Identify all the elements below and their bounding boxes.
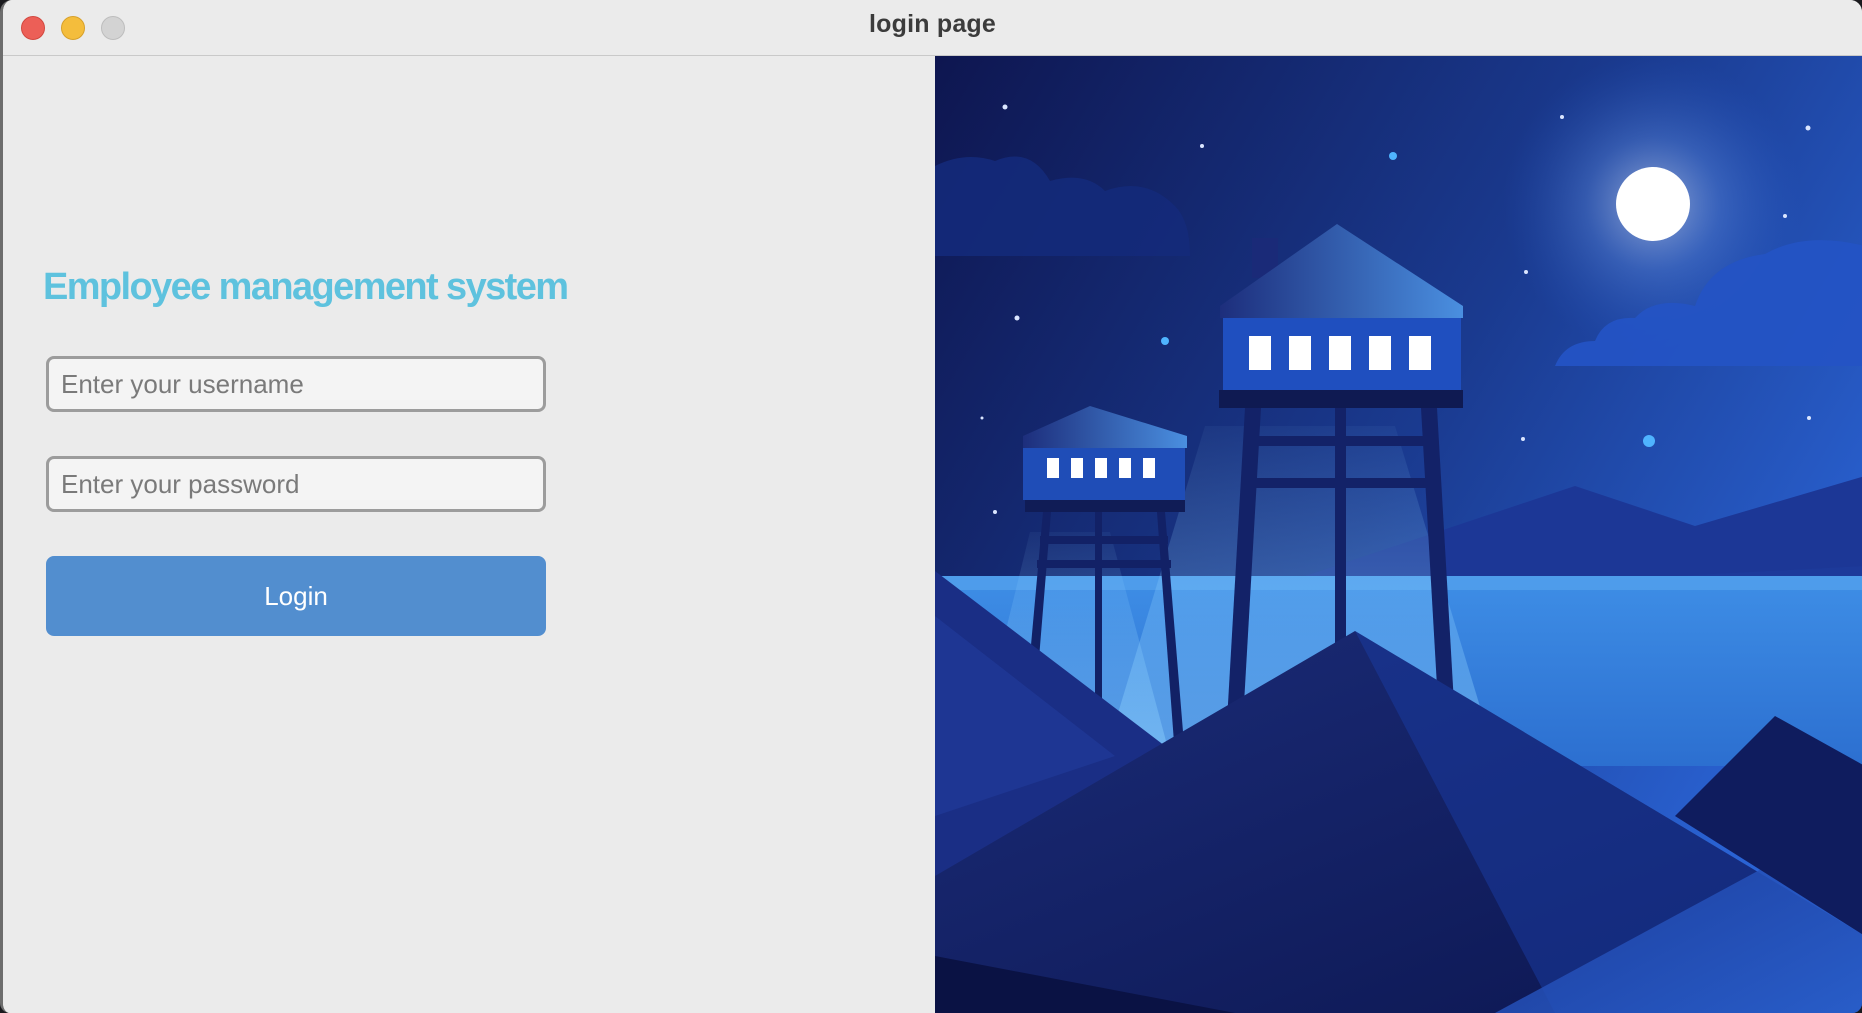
app-heading: Employee management system [43,266,569,308]
login-panel: Employee management system Login [3,56,935,1013]
title-bar[interactable]: login page [3,0,1862,56]
password-input[interactable] [46,456,546,512]
night-watchtower-illustration [935,56,1862,1013]
app-window: login page Employee management system Lo… [0,0,1862,1013]
window-title: login page [869,10,996,38]
login-button[interactable]: Login [46,556,546,636]
username-input[interactable] [46,356,546,412]
